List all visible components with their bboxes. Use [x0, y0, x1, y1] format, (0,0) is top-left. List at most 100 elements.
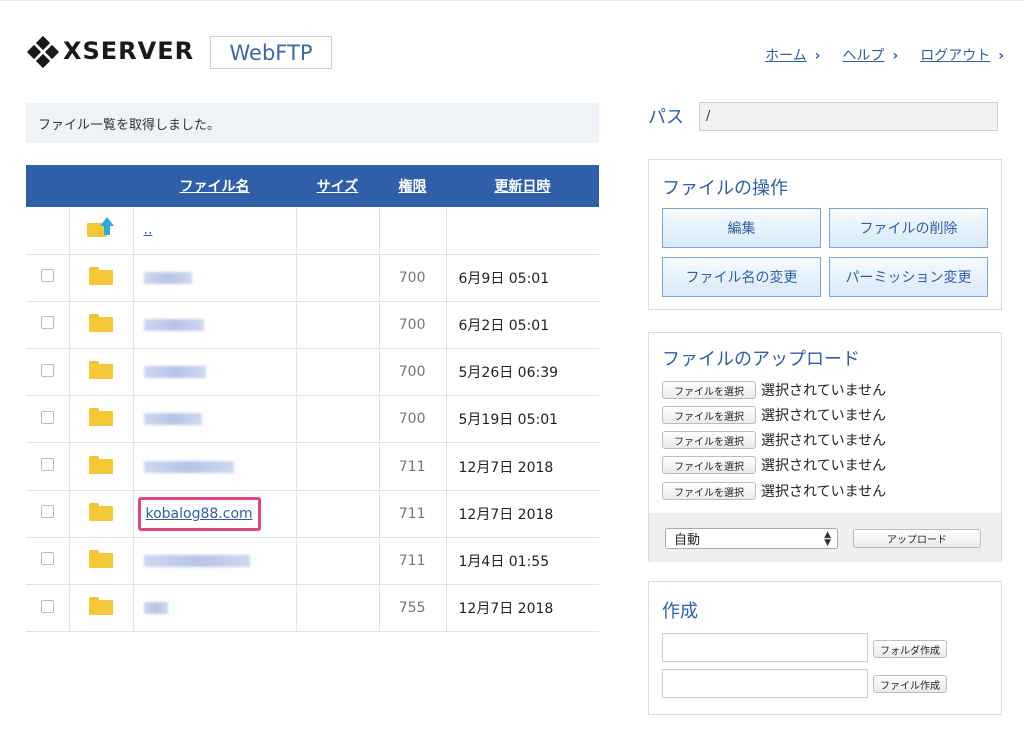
transfer-mode-value: 自動: [674, 533, 701, 548]
file-input-row: ファイルを選択 選択されていません: [662, 481, 886, 501]
table-row[interactable]: 700 5月26日 06:39: [26, 348, 599, 397]
xserver-logo-icon: [26, 35, 60, 69]
blurred-filename[interactable]: [143, 460, 234, 473]
permission-value: 700: [379, 395, 447, 444]
row-checkbox[interactable]: [40, 410, 54, 424]
folder-icon: [89, 408, 113, 427]
change-permission-button[interactable]: パーミッション変更: [829, 257, 988, 297]
choose-file-button[interactable]: ファイルを選択: [662, 482, 756, 500]
table-row-parent[interactable]: ..: [26, 207, 599, 255]
parent-folder-icon: [87, 217, 115, 239]
path-field[interactable]: /: [699, 102, 998, 131]
table-row[interactable]: 700 6月9日 05:01: [26, 254, 599, 302]
row-checkbox[interactable]: [40, 458, 54, 472]
row-checkbox[interactable]: [40, 505, 54, 519]
header-date[interactable]: 更新日時: [446, 165, 599, 207]
table-row[interactable]: 755 12月7日 2018: [26, 584, 599, 633]
file-ops-panel: ファイルの操作 編集 ファイルの削除 ファイル名の変更 パーミッション変更: [648, 159, 1002, 310]
row-checkbox[interactable]: [40, 363, 54, 377]
modified-date: 1月4日 01:55: [446, 537, 599, 586]
nav-help-link[interactable]: ヘルプ: [842, 48, 884, 64]
blurred-filename[interactable]: [143, 602, 168, 615]
create-folder-button[interactable]: フォルダ作成: [873, 640, 947, 658]
file-input-row: ファイルを選択 選択されていません: [662, 405, 886, 425]
blurred-filename[interactable]: [143, 554, 250, 567]
choose-file-button[interactable]: ファイルを選択: [662, 406, 756, 424]
permission-value: 700: [379, 301, 447, 350]
permission-value: 755: [379, 584, 447, 633]
sort-by-size-link[interactable]: サイズ: [317, 179, 359, 195]
sort-by-name-link[interactable]: ファイル名: [180, 179, 250, 195]
row-checkbox[interactable]: [40, 269, 54, 283]
header-name[interactable]: ファイル名: [133, 165, 296, 207]
create-file-button[interactable]: ファイル作成: [873, 675, 947, 693]
rename-file-button[interactable]: ファイル名の変更: [662, 257, 821, 297]
select-arrows-icon: ▲ ▼: [824, 530, 831, 548]
folder-name-input[interactable]: [662, 633, 868, 662]
file-input-row: ファイルを選択 選択されていません: [662, 455, 886, 475]
file-input-row: ファイルを選択 選択されていません: [662, 380, 886, 400]
xserver-logo[interactable]: XSERVER: [26, 35, 195, 69]
top-nav: ホーム › ヘルプ › ログアウト ›: [765, 45, 1004, 65]
transfer-mode-select[interactable]: 自動 ▲ ▼: [665, 528, 838, 549]
nav-home-link[interactable]: ホーム: [765, 48, 807, 64]
path-label: パス: [648, 107, 684, 128]
app-name-badge: WebFTP: [210, 36, 332, 69]
header-checkbox-col: [26, 165, 69, 207]
modified-date: 12月7日 2018: [446, 490, 599, 538]
blurred-filename[interactable]: [143, 413, 202, 426]
permission-value: 711: [379, 442, 447, 491]
choose-file-button[interactable]: ファイルを選択: [662, 381, 756, 399]
header-size[interactable]: サイズ: [296, 165, 379, 207]
parent-dir-link[interactable]: ..: [144, 222, 153, 238]
upload-panel: ファイルのアップロード ファイルを選択 選択されていません ファイルを選択 選択…: [648, 332, 1002, 562]
no-file-selected-text: 選択されていません: [761, 484, 887, 500]
folder-icon: [89, 455, 113, 474]
delete-file-button[interactable]: ファイルの削除: [829, 208, 988, 248]
choose-file-button[interactable]: ファイルを選択: [662, 431, 756, 449]
row-checkbox[interactable]: [40, 552, 54, 566]
blurred-filename[interactable]: [143, 366, 206, 379]
table-row-highlighted[interactable]: kobalog88.com 711 12月7日 2018: [26, 490, 599, 538]
header-perm[interactable]: 権限: [379, 165, 446, 207]
permission-value: 700: [379, 254, 447, 302]
sort-by-date-link[interactable]: 更新日時: [495, 179, 551, 195]
upload-button[interactable]: アップロード: [853, 529, 981, 548]
sort-by-perm-link[interactable]: 権限: [399, 179, 427, 195]
create-panel: 作成 フォルダ作成 ファイル作成: [648, 581, 1002, 715]
create-title: 作成: [662, 601, 698, 622]
file-table: ファイル名 サイズ 権限 更新日時 .. 700 6月9日 05:01 700 …: [26, 165, 599, 633]
nav-home[interactable]: ホーム ›: [765, 45, 820, 65]
top-border: [0, 0, 1024, 1]
no-file-selected-text: 選択されていません: [761, 408, 887, 424]
nav-help[interactable]: ヘルプ ›: [842, 45, 898, 65]
modified-date: 5月19日 05:01: [446, 395, 599, 444]
logo-text: XSERVER: [63, 37, 195, 65]
highlight-box: kobalog88.com: [137, 496, 261, 531]
row-checkbox[interactable]: [40, 599, 54, 613]
blurred-filename[interactable]: [143, 271, 192, 284]
chevron-right-icon: ›: [814, 48, 821, 64]
table-row[interactable]: 700 5月19日 05:01: [26, 395, 599, 444]
blurred-filename[interactable]: [143, 318, 204, 331]
table-row[interactable]: 700 6月2日 05:01: [26, 301, 599, 350]
edit-button[interactable]: 編集: [662, 208, 821, 248]
modified-date: 6月2日 05:01: [446, 301, 599, 350]
modified-date: 12月7日 2018: [446, 584, 599, 633]
row-checkbox[interactable]: [40, 316, 54, 330]
upload-footer: 自動 ▲ ▼ アップロード: [649, 513, 1001, 562]
filename-link[interactable]: kobalog88.com: [146, 506, 253, 522]
nav-logout-link[interactable]: ログアウト: [920, 48, 990, 64]
table-row[interactable]: 711 12月7日 2018: [26, 442, 599, 491]
header-icon-col: [69, 165, 133, 207]
status-message: ファイル一覧を取得しました。: [26, 103, 599, 143]
table-header-row: ファイル名 サイズ 権限 更新日時: [26, 165, 599, 207]
nav-logout[interactable]: ログアウト ›: [920, 45, 1004, 65]
folder-icon: [89, 597, 113, 616]
no-file-selected-text: 選択されていません: [761, 433, 887, 449]
folder-icon: [89, 313, 113, 332]
table-row[interactable]: 711 1月4日 01:55: [26, 537, 599, 586]
file-name-input[interactable]: [662, 669, 868, 698]
choose-file-button[interactable]: ファイルを選択: [662, 456, 756, 474]
no-file-selected-text: 選択されていません: [761, 383, 887, 399]
